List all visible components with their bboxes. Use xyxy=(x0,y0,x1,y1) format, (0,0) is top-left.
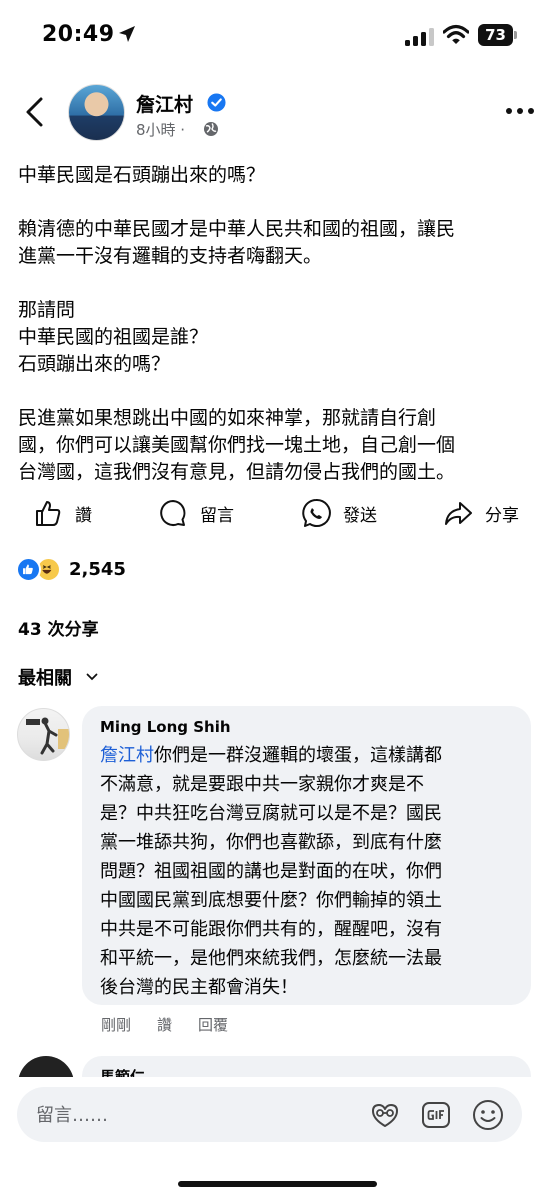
post-body: 中華民國是石頭蹦出來的嗎？ 賴清德的中華民國才是中華人民共和國的祖國，讓民 進黨… xyxy=(18,162,543,486)
comment-line: 問題？祖國祖國的講也是對面的在吠，你們 xyxy=(100,861,442,882)
verified-badge-icon xyxy=(207,93,226,112)
avatar-sticker-icon[interactable] xyxy=(369,1099,401,1131)
comment-sort-dropdown[interactable]: 最相關 xyxy=(18,664,98,690)
comment-reply-link[interactable]: 回覆 xyxy=(198,1014,228,1035)
comment-input[interactable] xyxy=(36,1101,336,1129)
post-line: 石頭蹦出來的嗎？ xyxy=(18,353,171,375)
comment-line: 詹江村你們是一群沒邏輯的壞蛋，這樣講都 xyxy=(100,741,525,770)
post-line: 台灣國，這我們沒有意見，但請勿侵占我們的國土。 xyxy=(18,461,456,483)
status-time: 20:49 xyxy=(42,22,115,47)
commenter-avatar[interactable] xyxy=(17,708,70,761)
mention-link[interactable]: 詹江村 xyxy=(100,745,154,766)
thumbs-up-icon xyxy=(36,501,61,526)
location-arrow-icon xyxy=(119,26,135,42)
emoji-icon[interactable] xyxy=(471,1098,505,1132)
reaction-count: 2,545 xyxy=(69,558,126,580)
more-options-icon[interactable] xyxy=(505,106,535,116)
laughing-face-icon xyxy=(42,564,52,574)
battery-indicator: 73 xyxy=(478,24,518,46)
back-icon[interactable] xyxy=(22,96,46,128)
comment-author[interactable]: Ming Long Shih xyxy=(100,718,231,736)
send-label: 發送 xyxy=(343,505,377,526)
comment-bubble-icon xyxy=(160,500,186,526)
messenger-icon xyxy=(302,498,331,527)
post-action-bar: 讚 留言 發送 分享 xyxy=(0,493,555,533)
post-line: 國，你們可以讓美國幫你們找一塊土地，自己創一個 xyxy=(18,434,456,456)
like-button[interactable]: 讚 xyxy=(33,493,92,533)
cellular-signal-icon xyxy=(405,28,434,46)
wifi-icon xyxy=(443,24,469,44)
battery-level: 73 xyxy=(478,24,513,46)
globe-icon xyxy=(204,122,218,136)
battery-tip xyxy=(514,31,517,39)
post-line: 那請問 xyxy=(18,299,76,321)
comment-line: 和平統一，是他們來統我們，怎麼統一法最 xyxy=(100,948,442,969)
comment-time: 剛剛 xyxy=(101,1016,132,1034)
post-line: 中華民國是石頭蹦出來的嗎？ xyxy=(18,164,266,186)
comment-line: 是？中共狂吃台灣豆腐就可以是不是？國民 xyxy=(100,803,442,824)
comment-like-link[interactable]: 讚 xyxy=(157,1014,172,1035)
chevron-down-icon xyxy=(86,673,98,681)
share-label: 分享 xyxy=(485,505,519,526)
comment-line: 中共是不可能跟你們共有的，醒醒吧，沒有 xyxy=(100,919,442,940)
post-line: 中華民國的祖國是誰？ xyxy=(18,326,209,348)
author-avatar[interactable] xyxy=(68,84,125,141)
share-button[interactable]: 分享 xyxy=(443,493,519,533)
comment-line: 後台灣的民主都會消失！ xyxy=(100,977,298,998)
comment-button[interactable]: 留言 xyxy=(158,493,234,533)
post-line: 賴清德的中華民國才是中華人民共和國的祖國，讓民 xyxy=(18,218,456,240)
comment-line: 不滿意，就是要跟中共一家親你才爽是不 xyxy=(100,774,424,795)
sort-label: 最相關 xyxy=(18,668,72,689)
home-indicator xyxy=(178,1181,377,1187)
send-button[interactable]: 發送 xyxy=(301,493,377,533)
share-arrow-icon xyxy=(445,502,472,525)
post-time: 8小時 · xyxy=(136,121,186,139)
comment-line: 中國國民黨到底想要什麼？你們輸掉的領土 xyxy=(100,890,442,911)
comment-line: 黨一堆舔共狗，你們也喜歡舔，到底有什麼 xyxy=(100,832,442,853)
commenter-photo-icon xyxy=(26,717,69,755)
comment-text: 詹江村你們是一群沒邏輯的壞蛋，這樣講都 不滿意，就是要跟中共一家親你才爽是不 是… xyxy=(100,741,525,1002)
comment-meta: 剛剛 讚 回覆 xyxy=(101,1014,228,1035)
post-line: 進黨一干沒有邏輯的支持者嗨翻天。 xyxy=(18,245,323,267)
like-reaction-icon xyxy=(16,556,41,582)
thumbs-up-glyph-icon xyxy=(23,563,33,574)
gif-icon[interactable] xyxy=(420,1099,452,1131)
reaction-summary[interactable]: 2,545 xyxy=(16,556,126,582)
comment-line-text: 你們是一群沒邏輯的壞蛋，這樣講都 xyxy=(154,745,442,766)
status-bar: 20:49 73 xyxy=(0,0,555,70)
author-name[interactable]: 詹江村 xyxy=(136,90,193,117)
post-line: 民進黨如果想跳出中國的如來神掌，那就請自行創 xyxy=(18,407,437,429)
share-count[interactable]: 43 次分享 xyxy=(18,615,99,640)
comment-label: 留言 xyxy=(200,505,234,526)
like-label: 讚 xyxy=(75,505,92,526)
